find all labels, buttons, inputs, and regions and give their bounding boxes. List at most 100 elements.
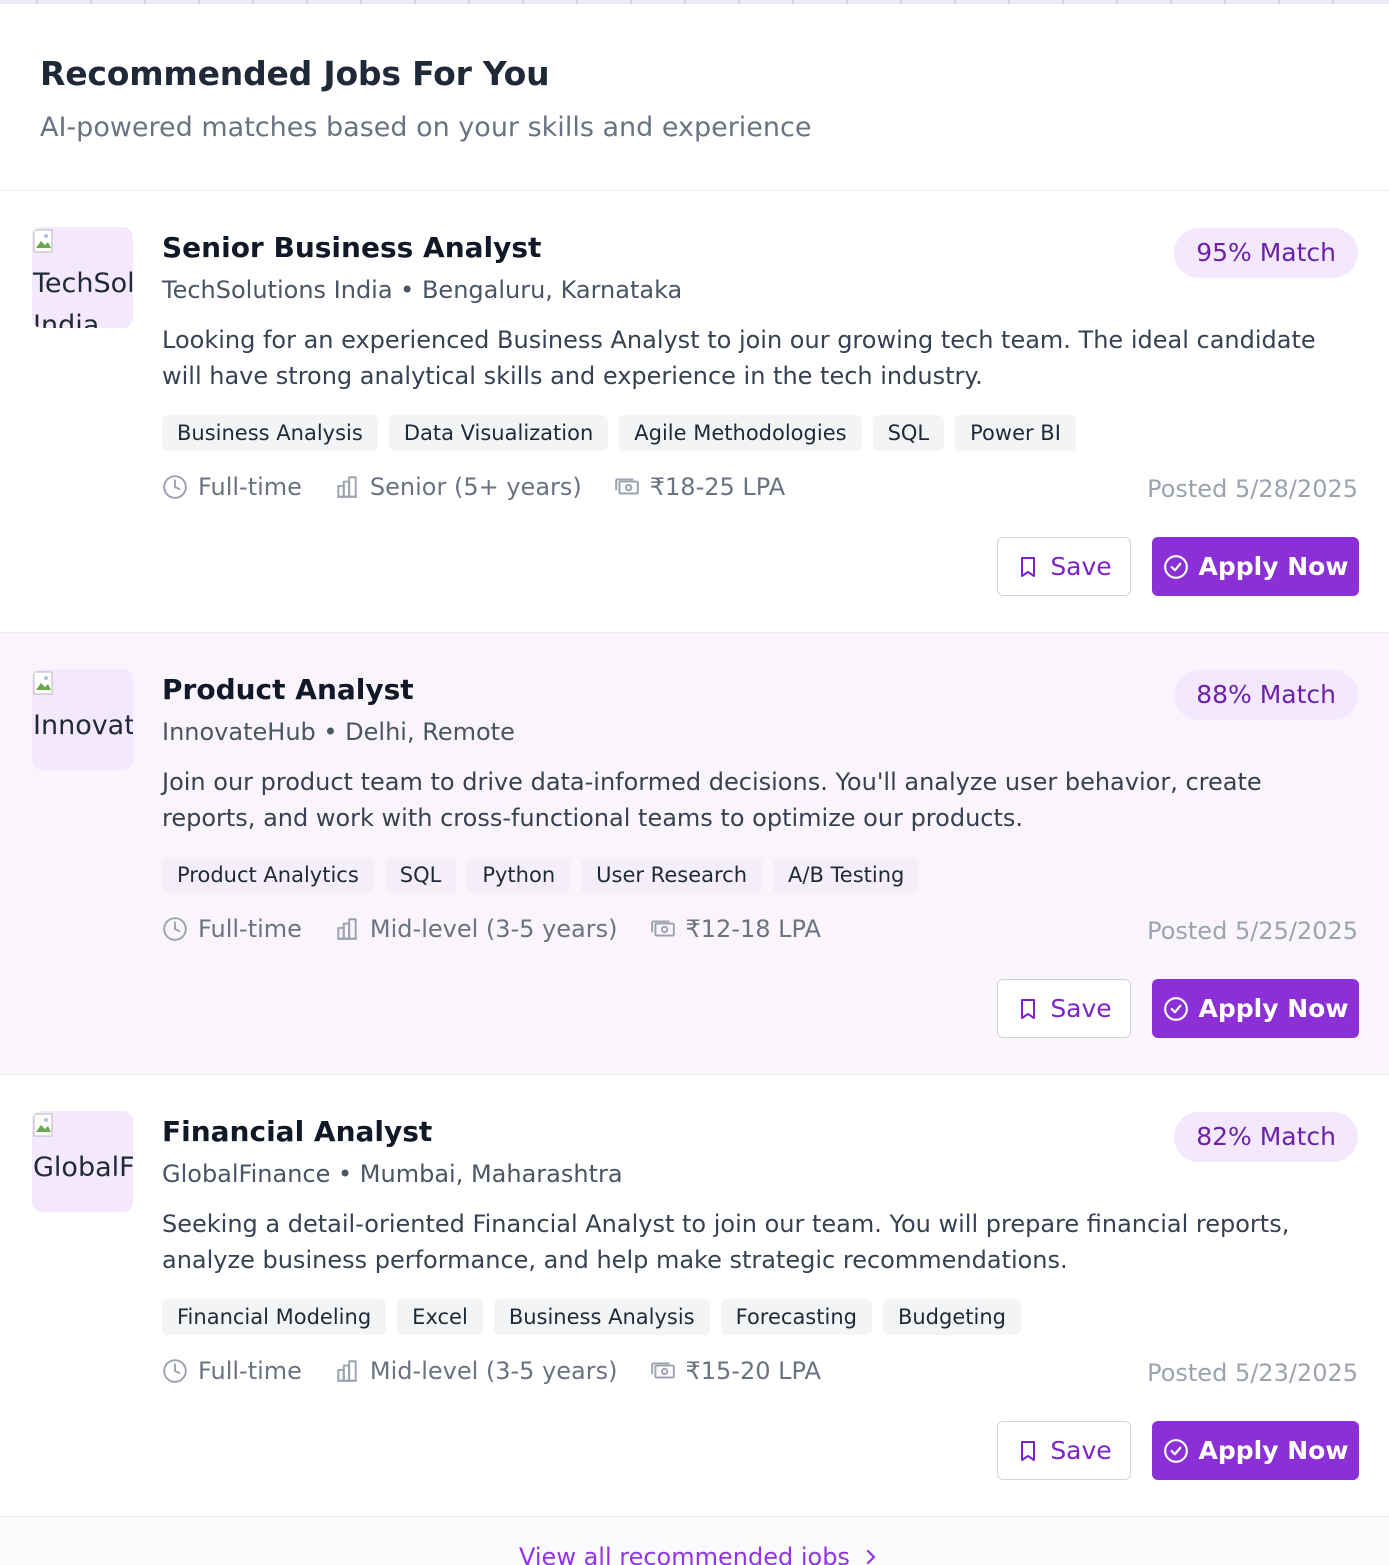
job-meta: Full-time Senior (5+ years) ₹18-25 LPA	[162, 473, 817, 501]
company-logo: TechSolutions India	[32, 227, 133, 328]
job-description: Join our product team to drive data-info…	[162, 768, 1262, 832]
building-icon	[337, 1360, 357, 1382]
save-button[interactable]: Save	[997, 1421, 1131, 1480]
company-logo-alt: TechSolutions India	[33, 268, 133, 328]
save-button[interactable]: Save	[997, 979, 1131, 1038]
job-type: Full-time	[162, 473, 302, 501]
job-salary: ₹12-18 LPA	[650, 915, 821, 943]
job-salary-label: ₹18-25 LPA	[649, 473, 786, 501]
match-badge: 95% Match	[1174, 228, 1358, 278]
job-level: Mid-level (3-5 years)	[334, 915, 618, 943]
job-type: Full-time	[162, 915, 302, 943]
job-salary: ₹15-20 LPA	[650, 1357, 821, 1385]
job-description: Looking for an experienced Business Anal…	[162, 326, 1316, 390]
skill-tag: Python	[467, 857, 571, 893]
page-title: Recommended Jobs For You	[40, 54, 550, 93]
apply-now-button[interactable]: Apply Now	[1152, 1421, 1359, 1480]
apply-now-label: Apply Now	[1198, 1436, 1349, 1465]
company-logo-alt: GlobalFinance	[33, 1152, 133, 1183]
job-title[interactable]: Financial Analyst	[162, 1115, 432, 1148]
broken-image-icon	[33, 229, 53, 253]
check-circle-icon	[1163, 554, 1188, 579]
skill-tags: Financial Modeling Excel Business Analys…	[162, 1299, 1021, 1335]
apply-now-label: Apply Now	[1198, 994, 1349, 1023]
job-type-label: Full-time	[198, 473, 302, 501]
job-type-label: Full-time	[198, 915, 302, 943]
job-level: Senior (5+ years)	[334, 473, 582, 501]
job-salary-label: ₹15-20 LPA	[685, 1357, 821, 1385]
match-badge: 82% Match	[1174, 1112, 1358, 1162]
bookmark-icon	[1021, 1440, 1036, 1461]
skill-tag: SQL	[872, 415, 945, 451]
building-icon	[337, 918, 357, 940]
company-location: GlobalFinance • Mumbai, Maharashtra	[162, 1160, 623, 1188]
job-description: Seeking a detail-oriented Financial Anal…	[162, 1210, 1290, 1274]
skill-tag: A/B Testing	[773, 857, 920, 893]
posted-date: Posted 5/23/2025	[1147, 1359, 1358, 1387]
banknote-icon	[614, 478, 639, 495]
clock-icon	[163, 475, 187, 499]
skill-tag: Product Analytics	[162, 857, 374, 893]
company-location: InnovateHub • Delhi, Remote	[162, 718, 515, 746]
save-button-label: Save	[1050, 994, 1112, 1023]
job-card: TechSolutions India Senior Business Anal…	[0, 191, 1389, 633]
banknote-icon	[650, 1362, 675, 1379]
save-button-label: Save	[1050, 1436, 1112, 1465]
skill-tags: Product Analytics SQL Python User Resear…	[162, 857, 920, 893]
job-level-label: Mid-level (3-5 years)	[369, 915, 618, 943]
job-level: Mid-level (3-5 years)	[334, 1357, 618, 1385]
bookmark-icon	[1021, 556, 1036, 577]
job-card: GlobalFinance Financial Analyst GlobalFi…	[0, 1075, 1389, 1517]
skill-tag: Business Analysis	[162, 415, 378, 451]
banknote-icon	[650, 920, 675, 937]
save-button[interactable]: Save	[997, 537, 1131, 596]
skill-tag: Business Analysis	[493, 1299, 710, 1335]
skill-tag: Power BI	[955, 415, 1076, 451]
save-button-label: Save	[1050, 552, 1112, 581]
check-circle-icon	[1163, 1438, 1188, 1463]
apply-now-label: Apply Now	[1198, 552, 1349, 581]
skill-tag: Budgeting	[882, 1299, 1021, 1335]
broken-image-icon	[33, 1113, 53, 1137]
bookmark-icon	[1021, 998, 1036, 1019]
company-logo: InnovateHub	[32, 669, 133, 770]
list-footer: View all recommended jobs	[0, 1516, 1389, 1565]
job-meta: Full-time Mid-level (3-5 years) ₹15-20 L…	[162, 1357, 853, 1385]
view-all-jobs-label: View all recommended jobs	[519, 1543, 850, 1565]
building-icon	[337, 476, 357, 498]
skill-tag: SQL	[384, 857, 457, 893]
clock-icon	[163, 917, 187, 941]
skill-tag: User Research	[581, 857, 763, 893]
skill-tag: Excel	[397, 1299, 483, 1335]
company-logo: GlobalFinance	[32, 1111, 133, 1212]
company-location: TechSolutions India • Bengaluru, Karnata…	[162, 276, 683, 304]
job-title[interactable]: Product Analyst	[162, 673, 414, 706]
apply-now-button[interactable]: Apply Now	[1152, 537, 1359, 596]
section-header: Recommended Jobs For You AI-powered matc…	[0, 4, 1389, 191]
apply-now-button[interactable]: Apply Now	[1152, 979, 1359, 1038]
page-subtitle: AI-powered matches based on your skills …	[40, 112, 812, 143]
company-logo-alt: InnovateHub	[33, 710, 133, 741]
job-card: InnovateHub Product Analyst InnovateHub …	[0, 633, 1389, 1075]
check-circle-icon	[1163, 996, 1188, 1021]
chevron-right-icon	[866, 1549, 876, 1565]
posted-date: Posted 5/28/2025	[1147, 475, 1358, 503]
view-all-jobs-link[interactable]: View all recommended jobs	[519, 1543, 878, 1565]
broken-image-icon	[33, 671, 53, 695]
job-type: Full-time	[162, 1357, 302, 1385]
job-salary: ₹18-25 LPA	[614, 473, 785, 501]
skill-tags: Business Analysis Data Visualization Agi…	[162, 415, 1076, 451]
match-badge: 88% Match	[1174, 670, 1358, 720]
skill-tag: Forecasting	[720, 1299, 872, 1335]
job-salary-label: ₹12-18 LPA	[685, 915, 821, 943]
posted-date: Posted 5/25/2025	[1147, 917, 1358, 945]
job-type-label: Full-time	[198, 1357, 302, 1385]
clock-icon	[163, 1359, 187, 1383]
job-level-label: Mid-level (3-5 years)	[369, 1357, 618, 1385]
job-meta: Full-time Mid-level (3-5 years) ₹12-18 L…	[162, 915, 853, 943]
job-level-label: Senior (5+ years)	[369, 473, 582, 501]
skill-tag: Agile Methodologies	[619, 415, 862, 451]
skill-tag: Financial Modeling	[162, 1299, 387, 1335]
job-title[interactable]: Senior Business Analyst	[162, 231, 541, 264]
skill-tag: Data Visualization	[388, 415, 609, 451]
